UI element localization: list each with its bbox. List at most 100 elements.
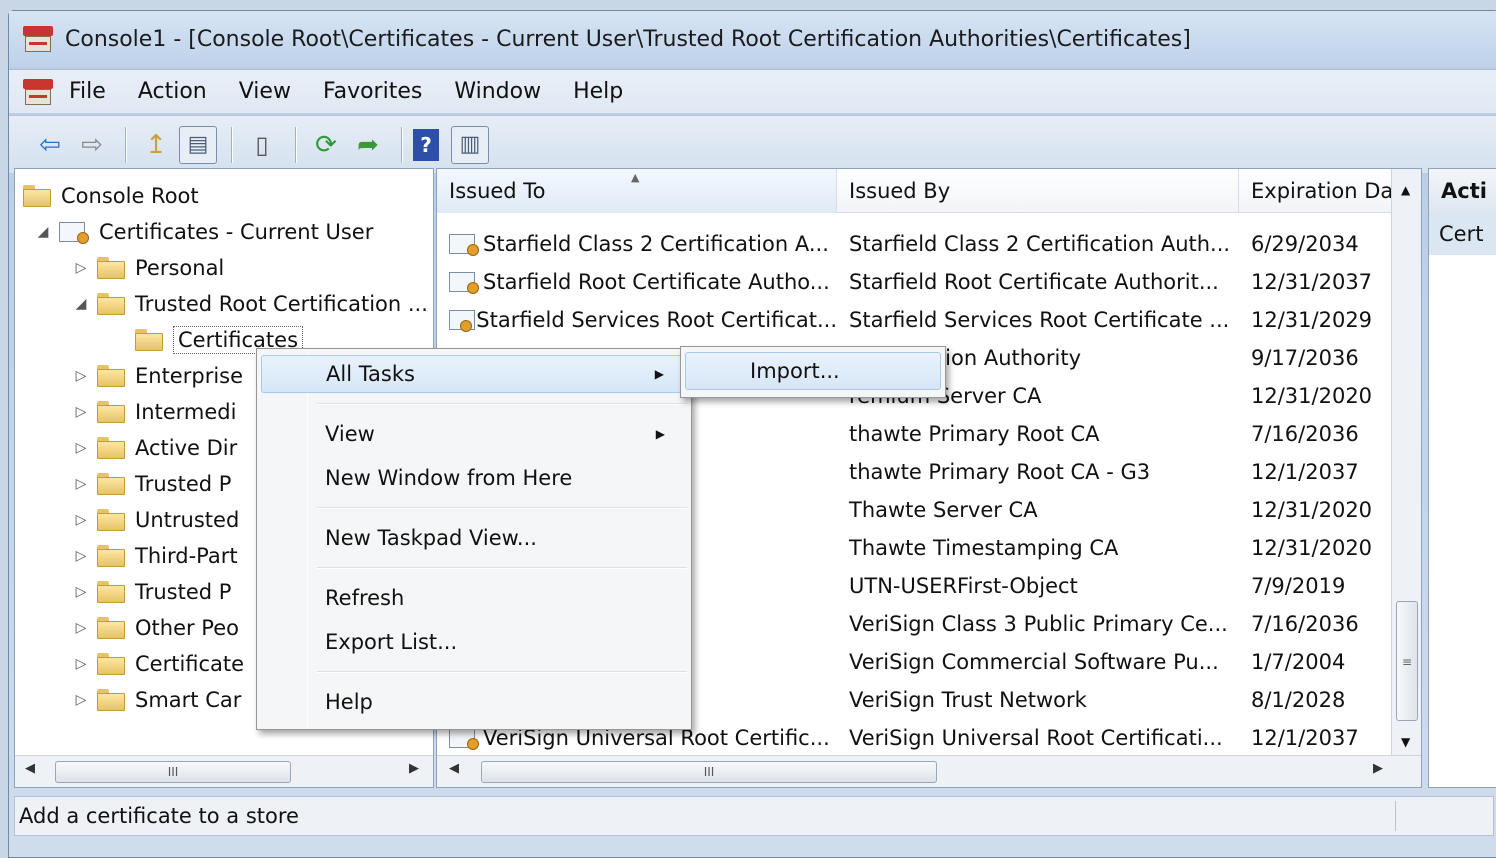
table-row[interactable]: Starfield Root Certificate Autho... Starf… <box>437 263 1389 301</box>
scroll-right-icon[interactable]: ▶ <box>1373 761 1383 776</box>
back-icon[interactable]: ⇦ <box>31 126 69 164</box>
tree-item-untrusted[interactable]: ▷ Untrusted <box>71 503 240 537</box>
refresh-icon[interactable]: ⟳ <box>307 126 345 164</box>
tree-item-console-root[interactable]: Console Root <box>23 179 199 213</box>
tree-item-label: Trusted Root Certification ... <box>135 292 428 316</box>
table-row[interactable]: Starfield Services Root Certificat... Sta… <box>437 301 1389 339</box>
cell-expiration-date: 12/31/2029 <box>1251 308 1373 332</box>
column-header-expiration-date[interactable]: Expiration Da <box>1239 169 1393 213</box>
tree-item-active-directory[interactable]: ▷ Active Dir <box>71 431 238 465</box>
collapsed-arrow-icon[interactable]: ▷ <box>71 620 91 636</box>
collapsed-arrow-icon[interactable]: ▷ <box>71 476 91 492</box>
window-title: Console1 - [Console Root\Certificates - … <box>65 26 1191 52</box>
folder-icon <box>97 437 125 459</box>
collapsed-arrow-icon[interactable]: ▷ <box>71 260 91 276</box>
show-hide-tree-icon[interactable]: ▤ <box>179 125 217 164</box>
cell-expiration-date: 12/1/2037 <box>1251 460 1359 484</box>
scroll-thumb[interactable]: III <box>55 761 291 783</box>
menu-window[interactable]: Window <box>454 79 541 104</box>
toolbar-separator <box>401 126 403 163</box>
scroll-thumb[interactable]: ≡ <box>1396 601 1418 721</box>
tree-item-label: Enterprise <box>135 364 244 388</box>
clipboard-icon[interactable]: ▯ <box>243 126 281 164</box>
collapsed-arrow-icon[interactable]: ▷ <box>71 440 91 456</box>
tree-item-personal[interactable]: ▷ Personal <box>71 251 225 285</box>
scroll-up-icon[interactable]: ▲ <box>1401 183 1410 197</box>
expanded-arrow-icon[interactable]: ◢ <box>71 296 91 312</box>
cell-issued-to: Starfield Root Certificate Autho... <box>437 270 837 294</box>
menu-action[interactable]: Action <box>138 79 207 104</box>
collapsed-arrow-icon[interactable]: ▷ <box>71 512 91 528</box>
menu-file[interactable]: File <box>69 79 106 104</box>
collapsed-arrow-icon[interactable]: ▷ <box>71 584 91 600</box>
collapsed-arrow-icon[interactable]: ▷ <box>71 656 91 672</box>
menu-item-new-taskpad-view[interactable]: New Taskpad View... <box>261 519 687 557</box>
column-header-issued-to[interactable]: ▲ Issued To <box>437 169 837 213</box>
tree-item-label: Untrusted <box>135 508 240 532</box>
folder-icon <box>97 653 125 675</box>
tree-item-certificate-enrollment[interactable]: ▷ Certificate <box>71 647 244 681</box>
scroll-left-icon[interactable]: ◀ <box>25 761 35 776</box>
tree-item-label: Third-Part <box>135 544 238 568</box>
actions-header: Acti <box>1429 169 1496 213</box>
cell-issued-by: Starfield Class 2 Certification Auth... <box>849 232 1231 256</box>
cell-expiration-date: 12/31/2020 <box>1251 498 1373 522</box>
tree-item-label: Active Dir <box>135 436 238 460</box>
forward-icon[interactable]: ⇨ <box>73 126 111 164</box>
folder-icon <box>135 329 163 351</box>
scroll-thumb[interactable]: III <box>481 761 937 783</box>
scroll-right-icon[interactable]: ▶ <box>409 761 419 776</box>
tree-item-label: Intermedi <box>135 400 237 424</box>
scroll-down-icon[interactable]: ▼ <box>1401 735 1410 749</box>
table-row[interactable]: Starfield Class 2 Certification A... Star… <box>437 225 1389 263</box>
tree-item-label: Trusted P <box>135 472 232 496</box>
tree-item-other-people[interactable]: ▷ Other Peo <box>71 611 239 645</box>
cell-issued-by: VeriSign Commercial Software Pu... <box>849 650 1219 674</box>
menu-item-new-window[interactable]: New Window from Here <box>261 459 687 497</box>
scroll-left-icon[interactable]: ◀ <box>449 761 459 776</box>
menu-item-import[interactable]: Import... <box>685 352 941 390</box>
menu-item-view[interactable]: View ▶ <box>261 415 687 453</box>
title-bar[interactable]: Console1 - [Console Root\Certificates - … <box>9 11 1496 67</box>
list-horizontal-scrollbar[interactable]: ◀ III ▶ <box>437 755 1421 787</box>
menu-item-help[interactable]: Help <box>261 683 687 721</box>
menu-item-export-list[interactable]: Export List... <box>261 623 687 661</box>
tree-item-certificates-current-user[interactable]: ◢ Certificates - Current User <box>33 215 373 249</box>
help-icon[interactable]: ? <box>413 128 439 161</box>
collapsed-arrow-icon[interactable]: ▷ <box>71 548 91 564</box>
sort-ascending-icon: ▲ <box>631 171 640 184</box>
tree-item-enterprise[interactable]: ▷ Enterprise <box>71 359 243 393</box>
show-hide-action-pane-icon[interactable]: ▥ <box>451 125 489 164</box>
tree-item-label: Certificates - Current User <box>99 220 374 244</box>
collapsed-arrow-icon[interactable]: ▷ <box>71 404 91 420</box>
menu-separator <box>317 567 687 569</box>
menu-view[interactable]: View <box>239 79 291 104</box>
menu-item-refresh[interactable]: Refresh <box>261 579 687 617</box>
tree-item-intermediate[interactable]: ▷ Intermedi <box>71 395 237 429</box>
actions-item-certificates[interactable]: Cert <box>1429 213 1496 255</box>
cell-expiration-date: 7/16/2036 <box>1251 422 1359 446</box>
expanded-arrow-icon[interactable]: ◢ <box>33 224 53 240</box>
up-folder-icon[interactable]: ↥ <box>137 126 175 164</box>
list-header: ▲ Issued To Issued By Expiration Da <box>437 169 1421 213</box>
status-text: Add a certificate to a store <box>19 804 299 828</box>
cell-text: Starfield Services Root Certificat... <box>476 308 837 332</box>
menu-favorites[interactable]: Favorites <box>323 79 422 104</box>
export-list-icon[interactable]: ➦ <box>349 126 387 164</box>
collapsed-arrow-icon[interactable]: ▷ <box>71 692 91 708</box>
tree-item-smart-card[interactable]: ▷ Smart Car <box>71 683 242 717</box>
system-menu-icon[interactable] <box>23 78 53 105</box>
tree-item-third-party[interactable]: ▷ Third-Part <box>71 539 238 573</box>
menu-help[interactable]: Help <box>573 79 623 104</box>
tree-item-trusted-people[interactable]: ▷ Trusted P <box>71 575 232 609</box>
list-vertical-scrollbar[interactable]: ▲ ≡ ▼ <box>1391 169 1421 757</box>
tree-horizontal-scrollbar[interactable]: ◀ III ▶ <box>15 755 433 787</box>
column-header-issued-by[interactable]: Issued By <box>837 169 1239 213</box>
tree-item-trusted-publishers[interactable]: ▷ Trusted P <box>71 467 232 501</box>
tree-item-trusted-root[interactable]: ◢ Trusted Root Certification ... <box>71 287 428 321</box>
folder-icon <box>97 293 125 315</box>
status-divider <box>1395 801 1396 831</box>
menu-item-all-tasks[interactable]: All Tasks ▶ <box>261 355 687 393</box>
tree-item-label: Personal <box>135 256 225 280</box>
collapsed-arrow-icon[interactable]: ▷ <box>71 368 91 384</box>
